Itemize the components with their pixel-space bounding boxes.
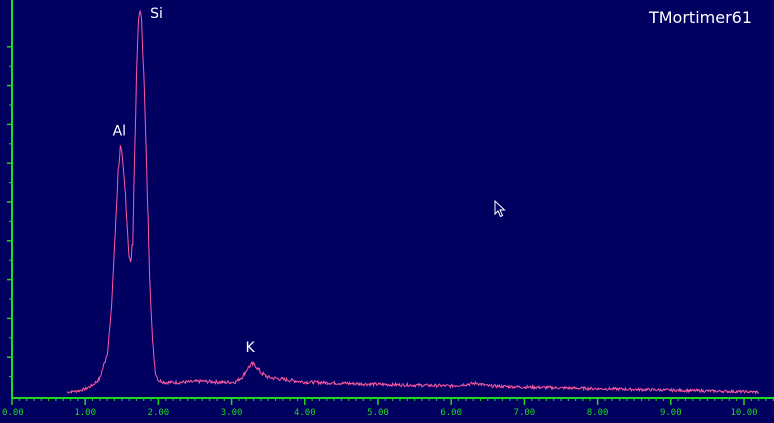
x-tick-label: 6.00 xyxy=(440,408,462,418)
x-tick-label: 10.00 xyxy=(730,408,757,418)
watermark-label: TMortimer61 xyxy=(648,8,752,27)
x-tick-label: 0.00 xyxy=(2,408,24,418)
chart-series xyxy=(66,9,759,395)
peak-label: Si xyxy=(150,6,163,22)
spectrum-line xyxy=(66,9,759,395)
chart-axes: 0.00 1.00 2.00 3.00 4.00 5.00 6.00 7.00 8.00 9.00… xyxy=(2,0,774,418)
x-tick-label: 1.00 xyxy=(74,408,96,418)
x-tick-label: 2.00 xyxy=(148,408,170,418)
x-tick-label: 9.00 xyxy=(660,408,682,418)
spectrum-window: 0.00 1.00 2.00 3.00 4.00 5.00 6.00 7.00 8.00 9.00… xyxy=(0,0,774,423)
x-tick-label: 7.00 xyxy=(514,408,536,418)
x-tick-label: 3.00 xyxy=(221,408,243,418)
x-tick-label: 4.00 xyxy=(294,408,316,418)
peak-label: K xyxy=(246,340,256,356)
mouse-pointer-icon xyxy=(494,200,506,218)
x-tick-label: 8.00 xyxy=(587,408,609,418)
peak-label: Al xyxy=(113,124,126,140)
spectrum-chart: 0.00 1.00 2.00 3.00 4.00 5.00 6.00 7.00 8.00 9.00… xyxy=(2,0,774,418)
x-tick-label: 5.00 xyxy=(367,408,389,418)
